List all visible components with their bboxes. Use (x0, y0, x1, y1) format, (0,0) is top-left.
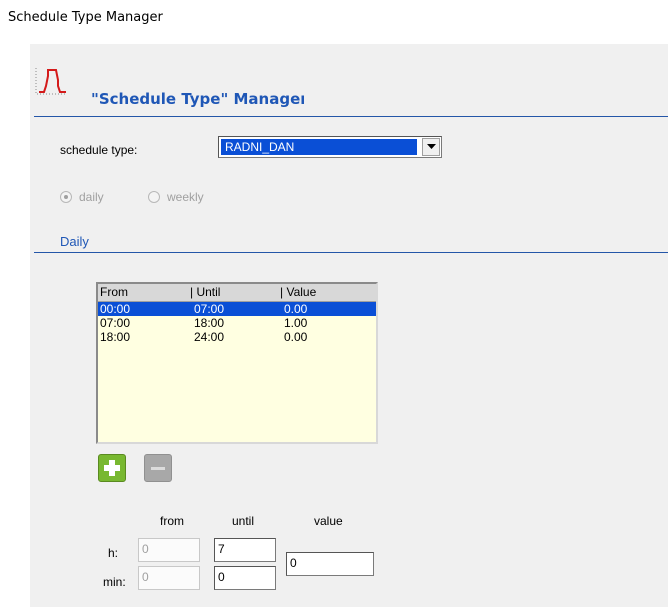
radio-weekly-indicator[interactable] (148, 191, 160, 203)
list-row[interactable]: 18:00 24:00 0.00 (98, 330, 376, 344)
row-from: 00:00 (100, 302, 131, 316)
row-from: 18:00 (100, 330, 131, 344)
radio-weekly[interactable]: weekly (148, 190, 204, 204)
panel-title: "Schedule Type" Manager (91, 90, 305, 108)
row-value: 1.00 (284, 316, 308, 330)
radio-daily[interactable]: daily (60, 190, 104, 204)
from-minute-field[interactable]: 0 (138, 566, 200, 590)
header-divider (34, 116, 668, 117)
column-header-from[interactable]: From (100, 284, 128, 301)
column-header-value[interactable]: | Value (280, 284, 316, 301)
from-hour-field[interactable]: 0 (138, 538, 200, 562)
radio-daily-indicator[interactable] (60, 191, 72, 203)
minus-icon (151, 467, 165, 470)
until-minute-field[interactable]: 0 (214, 566, 276, 590)
list-row[interactable]: 00:00 07:00 0.00 (98, 302, 376, 316)
remove-interval-button[interactable] (144, 454, 172, 482)
chevron-down-icon[interactable] (422, 138, 440, 156)
row-until: 07:00 (194, 302, 225, 316)
radio-daily-label: daily (79, 190, 104, 204)
schedule-interval-list[interactable]: From | Until | Value 00:00 07:00 0.00 07… (96, 282, 378, 444)
value-column-label: value (314, 514, 343, 528)
list-header: From | Until | Value (98, 284, 376, 302)
section-divider (34, 252, 668, 253)
column-header-until[interactable]: | Until (190, 284, 220, 301)
minutes-row-label: min: (103, 575, 126, 589)
schedule-type-value: RADNI_DAN (221, 139, 417, 155)
row-until: 24:00 (194, 330, 225, 344)
row-until: 18:00 (194, 316, 225, 330)
section-title-daily: Daily (60, 234, 89, 249)
from-column-label: from (160, 514, 184, 528)
row-value: 0.00 (284, 330, 308, 344)
radio-weekly-label: weekly (167, 190, 204, 204)
schedule-graph-icon (34, 66, 68, 96)
window-title: Schedule Type Manager (8, 10, 163, 25)
value-field[interactable]: 0 (286, 552, 374, 576)
plus-icon (104, 460, 120, 476)
hours-row-label: h: (108, 546, 119, 560)
schedule-type-label: schedule type: (60, 143, 138, 157)
until-column-label: until (232, 514, 255, 528)
schedule-manager-panel: "Schedule Type" Manager schedule type: R… (30, 44, 668, 607)
add-interval-button[interactable] (98, 454, 126, 482)
until-hour-field[interactable]: 7 (214, 538, 276, 562)
schedule-type-select[interactable]: RADNI_DAN (218, 136, 442, 158)
row-value: 0.00 (284, 302, 308, 316)
row-from: 07:00 (100, 316, 131, 330)
list-row[interactable]: 07:00 18:00 1.00 (98, 316, 376, 330)
